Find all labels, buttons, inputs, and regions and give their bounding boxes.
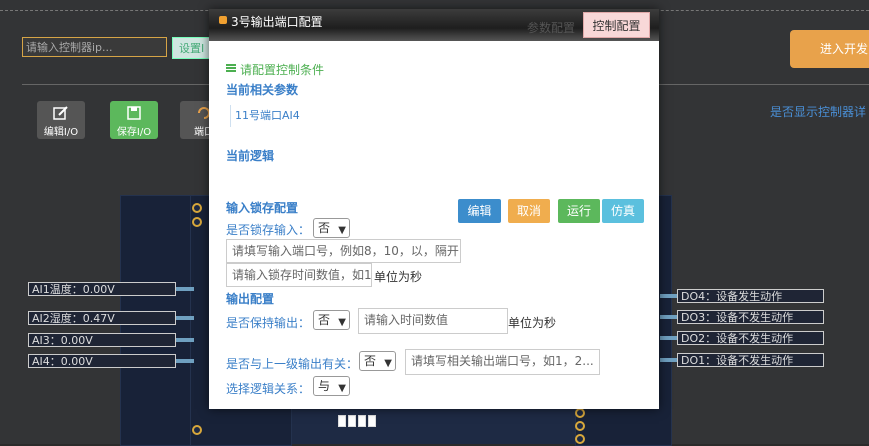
save-io-label: 保存I/O <box>116 127 152 138</box>
chevron-down-icon: ▼ <box>338 317 346 328</box>
rss-icon <box>219 16 227 24</box>
output-config-modal: 3号输出端口配置 参数配置 控制配置 请配置控制条件 当前相关参数 11号端口A… <box>209 9 659 409</box>
save-icon <box>127 106 141 120</box>
modal-header: 3号输出端口配置 参数配置 控制配置 <box>209 9 659 41</box>
tab-param-config[interactable]: 参数配置 <box>527 19 575 36</box>
edit-button[interactable]: 编辑 <box>458 199 501 223</box>
do1-connector <box>660 358 677 362</box>
logic-relation-label: 选择逻辑关系： <box>226 382 311 396</box>
output-config-title: 输出配置 <box>226 292 275 306</box>
do4-port[interactable]: DO4：设备发生动作 <box>677 289 824 303</box>
config-condition-link[interactable]: 请配置控制条件 <box>240 61 324 78</box>
ai2-connector <box>176 316 194 320</box>
edit-io-button[interactable]: 编辑I/O <box>37 101 85 139</box>
ai1-port[interactable]: AI1温度：0.00V <box>28 282 176 296</box>
do2-port[interactable]: DO2：设备不发生动作 <box>677 331 824 345</box>
keep-output-label: 是否保持输出： <box>226 316 311 330</box>
ai3-port[interactable]: AI3：0.00V <box>28 333 176 347</box>
ai1-connector <box>176 287 194 291</box>
ai2-port[interactable]: AI2湿度：0.47V <box>28 311 176 325</box>
controller-ip-input[interactable]: 请输入控制器ip... <box>22 37 167 57</box>
unit-seconds-label-1: 单位为秒 <box>374 270 423 284</box>
do3-port[interactable]: DO3：设备不发生动作 <box>677 310 824 324</box>
modal-title: 3号输出端口配置 <box>231 15 323 29</box>
current-params-title: 当前相关参数 <box>226 83 299 97</box>
save-io-button[interactable]: 保存I/O <box>110 101 158 139</box>
edit-icon <box>53 106 68 120</box>
unit-seconds-label-2: 单位为秒 <box>508 316 557 330</box>
upper-output-select[interactable]: 否 ▼ <box>359 351 396 371</box>
do3-connector <box>660 315 677 319</box>
list-icon <box>226 64 236 72</box>
set-ip-button[interactable]: 设置I <box>172 37 212 59</box>
simulate-button[interactable]: 仿真 <box>602 199 644 223</box>
ai3-connector <box>176 338 194 342</box>
chevron-down-icon: ▼ <box>338 383 346 394</box>
keep-output-select[interactable]: 否 ▼ <box>313 310 350 330</box>
chevron-down-icon: ▼ <box>384 358 392 369</box>
chevron-down-icon: ▼ <box>338 225 346 236</box>
edit-io-label: 编辑I/O <box>43 127 79 138</box>
do1-port[interactable]: DO1：设备不发生动作 <box>677 353 824 367</box>
show-controller-link[interactable]: 是否显示控制器详 <box>770 103 866 120</box>
lock-input-label: 是否锁存输入： <box>226 223 311 237</box>
ai4-port[interactable]: AI4：0.00V <box>28 354 176 368</box>
lock-time-input[interactable]: 请输入锁存时间数值，如10 <box>226 263 372 287</box>
input-lock-title: 输入锁存配置 <box>226 201 299 215</box>
current-param-item: 11号端口AI4 <box>235 109 300 122</box>
do2-connector <box>660 336 677 340</box>
do4-connector <box>660 294 677 298</box>
param-list-bar <box>230 105 231 127</box>
lock-input-select[interactable]: 否 ▼ <box>313 218 350 238</box>
time-input[interactable]: 请输入时间数值 <box>358 308 508 334</box>
run-button[interactable]: 运行 <box>558 199 600 223</box>
current-logic-title: 当前逻辑 <box>226 149 275 163</box>
related-port-input[interactable]: 请填写相关输出端口号，如1，2... <box>405 349 600 375</box>
cancel-button[interactable]: 取消 <box>508 199 550 223</box>
lock-port-input[interactable]: 请填写输入端口号，例如8，10，以，隔开 <box>226 239 461 263</box>
ai4-connector <box>176 359 194 363</box>
logic-relation-select[interactable]: 与 ▼ <box>313 376 350 396</box>
tab-control-config[interactable]: 控制配置 <box>583 12 650 38</box>
enter-dev-button[interactable]: 进入开发 <box>790 30 869 68</box>
upper-output-label: 是否与上一级输出有关： <box>226 357 359 371</box>
